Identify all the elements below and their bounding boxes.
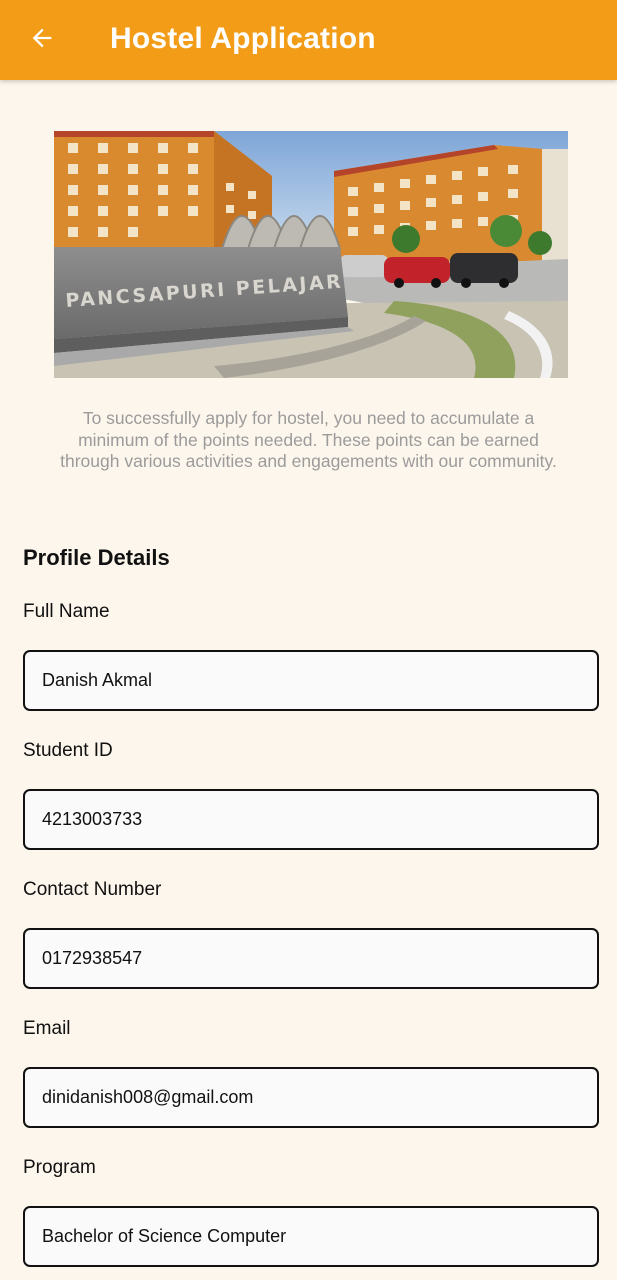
program-field[interactable]: [23, 1206, 599, 1267]
email-field[interactable]: [23, 1067, 599, 1128]
full-name-field[interactable]: [23, 650, 599, 711]
student-id-field[interactable]: [23, 789, 599, 850]
program-label: Program: [23, 1157, 96, 1178]
arrow-left-icon: [32, 28, 52, 48]
email-label: Email: [23, 1018, 71, 1039]
intro-text: To successfully apply for hostel, you ne…: [60, 408, 557, 471]
page-title: Hostel Application: [110, 22, 376, 55]
student-id-label: Student ID: [23, 740, 113, 761]
full-name-label: Full Name: [23, 601, 110, 622]
app-bar: Hostel Application: [0, 0, 617, 80]
section-title: Profile Details: [23, 545, 170, 570]
contact-number-label: Contact Number: [23, 879, 162, 900]
back-button[interactable]: [22, 18, 62, 58]
hostel-photo: PANCSAPURI PELAJAR: [54, 131, 568, 378]
contact-number-field[interactable]: [23, 928, 599, 989]
